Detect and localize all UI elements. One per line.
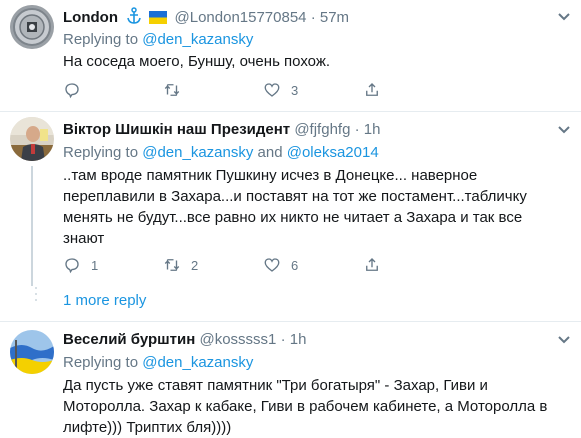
like-count: 3	[291, 82, 299, 98]
tweet-text-line: менять не будут...все равно их никто не …	[63, 209, 523, 226]
avatar[interactable]	[10, 330, 54, 374]
chevron-down-icon[interactable]	[557, 125, 571, 135]
tweet-veselyi[interactable]: Веселий бурштин @kosssss1 · 1h Replying …	[0, 322, 581, 438]
reply-count: 1	[91, 257, 99, 273]
tweet-text: ..там вроде памятник Пушкину исчез в Дон…	[63, 165, 573, 249]
retweet-count: 2	[191, 257, 199, 273]
replying-to-label: Replying to	[63, 144, 139, 161]
tweet-text: Да пусть уже ставят памятник "Три богаты…	[63, 375, 573, 438]
replying-to-label: Replying to	[63, 354, 139, 371]
reply-icon	[65, 258, 79, 274]
avatar[interactable]	[10, 5, 54, 49]
separator: ·	[354, 121, 360, 138]
display-name[interactable]: Віктор Шишкін наш Президент	[63, 121, 290, 138]
like-count: 6	[291, 257, 299, 273]
ukraine-flag-icon	[149, 10, 168, 30]
mention-link-2[interactable]: @oleksa2014	[287, 144, 379, 161]
retweet-button[interactable]	[163, 80, 181, 100]
heart-icon	[264, 83, 280, 97]
avatar[interactable]	[10, 117, 54, 161]
display-name[interactable]: Веселий бурштин	[63, 331, 195, 348]
tweet-text: На соседа моего, Буншу, очень похож.	[63, 53, 331, 70]
share-button[interactable]	[363, 255, 381, 275]
tweet-header: Веселий бурштин @kosssss1 · 1h	[63, 330, 306, 350]
replying-to: Replying to @den_kazansky	[63, 353, 253, 373]
retweet-icon	[164, 259, 180, 271]
chevron-down-icon[interactable]	[557, 335, 571, 345]
thread-dots	[34, 287, 38, 305]
replying-to-label: Replying to	[63, 31, 139, 48]
timestamp[interactable]: 57m	[320, 9, 349, 26]
handle[interactable]: @fjfghfg	[294, 121, 350, 138]
tweet-text-line: ..там вроде памятник Пушкину исчез в Дон…	[63, 167, 478, 184]
mention-link[interactable]: @den_kazansky	[142, 354, 253, 371]
chevron-down-icon[interactable]	[557, 12, 571, 22]
show-more-replies-link[interactable]: 1 more reply	[63, 292, 146, 309]
tweet-header: Віктор Шишкін наш Президент @fjfghfg · 1…	[63, 120, 380, 140]
like-button[interactable]: 3	[263, 80, 298, 100]
anchor-icon	[126, 7, 142, 31]
replying-to-and: and	[257, 144, 283, 161]
share-icon	[366, 258, 378, 271]
mention-link[interactable]: @den_kazansky	[142, 31, 253, 48]
tweet-actions: 1 2 6	[63, 255, 378, 275]
retweet-icon	[164, 84, 180, 96]
separator: ·	[280, 331, 286, 348]
reply-icon	[65, 83, 79, 99]
retweet-button[interactable]: 2	[163, 255, 198, 275]
tweet-text-line: Да пусть уже ставят памятник "Три богаты…	[63, 377, 488, 394]
thread-line	[31, 166, 33, 286]
display-name[interactable]: London	[63, 9, 118, 26]
separator: ·	[310, 9, 316, 26]
tweet-viktor[interactable]: Віктор Шишкін наш Президент @fjfghfg · 1…	[0, 112, 581, 321]
tweet-text-line: переплавили в Захара...и поставят на тот…	[63, 188, 527, 205]
tweet-actions: 3	[63, 80, 378, 100]
tweet-text-line: лифте))) Триптих бля))))	[63, 419, 232, 436]
timestamp[interactable]: 1h	[290, 331, 307, 348]
tweet-london[interactable]: London @London15770854 · 57m Replying to…	[0, 0, 581, 111]
handle[interactable]: @kosssss1	[199, 331, 276, 348]
mention-link[interactable]: @den_kazansky	[142, 144, 253, 161]
tweet-text-line: знают	[63, 230, 105, 247]
share-icon	[366, 83, 378, 96]
handle[interactable]: @London15770854	[175, 9, 307, 26]
timestamp[interactable]: 1h	[364, 121, 381, 138]
tweet-header: London @London15770854 · 57m	[63, 7, 349, 31]
reply-button[interactable]	[63, 80, 81, 100]
replying-to: Replying to @den_kazansky	[63, 30, 253, 50]
tweet-text-line: Моторолла. Захар к кабаке, Гиви в рабоче…	[63, 398, 548, 415]
heart-icon	[264, 258, 280, 272]
share-button[interactable]	[363, 80, 381, 100]
like-button[interactable]: 6	[263, 255, 298, 275]
replying-to: Replying to @den_kazansky and @oleksa201…	[63, 143, 379, 163]
reply-button[interactable]: 1	[63, 255, 98, 275]
